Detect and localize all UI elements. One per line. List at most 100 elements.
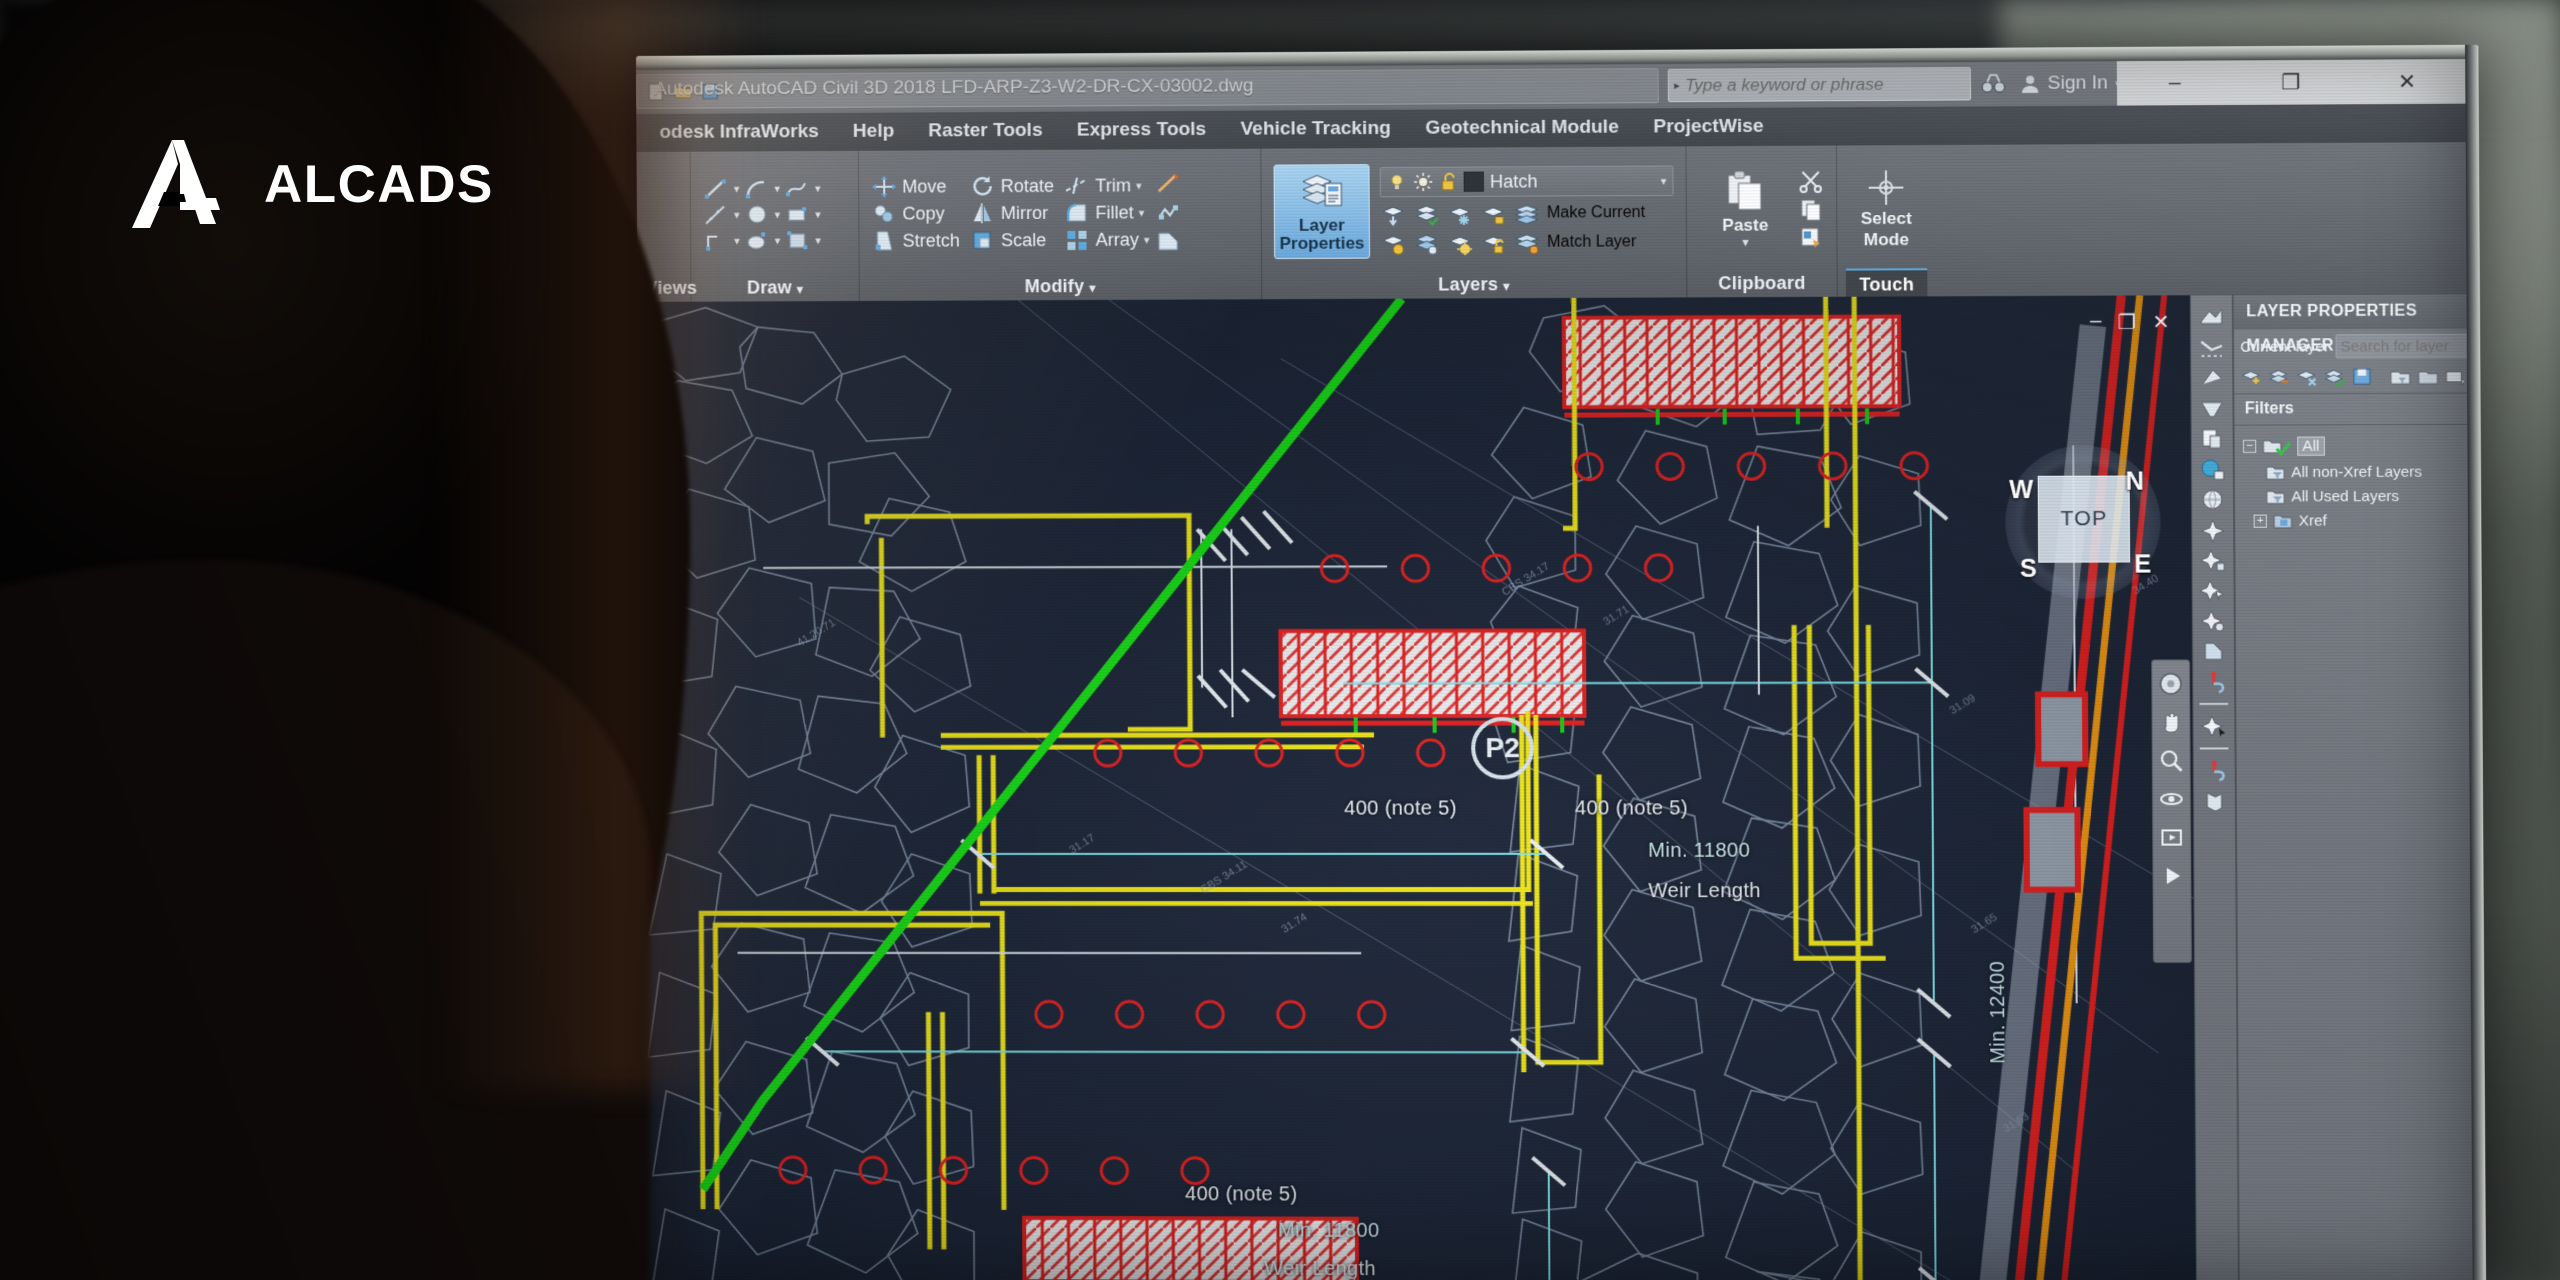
viewcube[interactable]: TOP N E S W [2004,445,2162,600]
draw-spline-button[interactable]: ▾ [784,176,821,200]
modify-array-button[interactable]: Array ▾ [1064,228,1150,252]
lpm-filter-tree[interactable]: − All All non-Xref Layers All Used Layer… [2235,425,2468,547]
layer-unisolate-icon[interactable] [1413,231,1439,255]
tree-label-all-used[interactable]: All Used Layers [2291,488,2399,506]
globe-icon[interactable] [2199,457,2226,481]
parcel-icon[interactable] [2200,639,2227,663]
search-box[interactable]: ▸ [1667,67,1972,103]
layer-freeze-icon[interactable] [1447,202,1473,226]
tree-label-all[interactable]: All [2297,436,2325,456]
binoculars-icon[interactable] [1981,73,2006,95]
tree-node-all-used[interactable]: All Used Layers [2266,488,2460,506]
lpm-search-input[interactable] [2335,333,2473,359]
modify-rotate-button[interactable]: Rotate [970,174,1055,199]
touch-panel-title[interactable]: Touch [1845,268,1928,297]
layer-properties-manager-panel[interactable]: LAYER PROPERTIES MANAGER Current layer S… [2232,294,2473,1280]
lpm-toolbar[interactable] [2234,360,2473,395]
tree-expander-expand[interactable]: + [2253,514,2267,528]
select-mode-button[interactable]: Select Mode [1849,162,1923,255]
layers-panel-title[interactable]: Layers ▾ [1270,269,1678,299]
pan-hand-icon[interactable] [2158,709,2185,735]
delete-layer-icon[interactable] [2296,367,2319,387]
alignment-icon[interactable] [2198,336,2225,360]
modify-copy-button[interactable]: Copy [871,201,960,225]
match-layer-label[interactable]: Match Layer [1547,233,1636,252]
draw-rectangle-button[interactable]: ▾ [784,202,821,226]
showmotion-icon[interactable] [2158,824,2185,850]
ribbon-tab-geotechnical-module[interactable]: Geotechnical Module [1408,108,1636,148]
point-settings-icon[interactable] [2200,609,2227,633]
orbit-icon[interactable] [2158,786,2185,812]
break-icon[interactable] [1155,171,1181,195]
minimize-button[interactable]: – [2139,61,2211,106]
paste-button[interactable]: Paste ▾ [1699,163,1792,256]
chevron-down-icon[interactable]: ▾ [775,208,781,221]
search-input[interactable] [1685,73,1971,96]
point-icon[interactable] [2199,518,2226,542]
zoom-icon[interactable] [2158,747,2185,773]
corridor-icon[interactable] [2199,396,2226,420]
sun-icon[interactable] [1413,172,1433,192]
tree-label-all-non-xref[interactable]: All non-Xref Layers [2291,464,2422,482]
layer-off-icon[interactable] [1380,202,1406,226]
drawing-minimize-button[interactable]: – [2090,310,2102,335]
modify-trim-button[interactable]: Trim ▾ [1064,173,1149,198]
lightbulb-icon[interactable] [1387,172,1407,192]
layer-on-icon[interactable] [1380,231,1406,255]
new-layer-vp-frozen-icon[interactable] [2268,367,2291,387]
catchment-icon[interactable] [2201,789,2228,813]
compass-north-label[interactable]: N [2125,467,2144,496]
chevron-down-icon[interactable]: ▾ [1661,174,1667,187]
chevron-right-icon[interactable]: ▸ [1669,79,1685,92]
tree-node-all[interactable]: − All [2242,435,2459,457]
chevron-down-icon[interactable]: ▾ [774,182,780,195]
layer-thaw-icon[interactable] [1447,231,1473,256]
drawing-canvas[interactable]: CBS 34.17 31.71 31.09 34.40 31.65 31.63 … [637,294,2473,1280]
modify-fillet-button[interactable]: Fillet ▾ [1064,200,1149,225]
sign-in-button[interactable]: Sign In ▾ [2020,72,2121,95]
layer-isolate-icon[interactable] [1413,202,1439,226]
make-current-icon[interactable] [1513,201,1539,225]
chevron-down-icon[interactable]: ▾ [1743,237,1749,250]
ribbon-tab-vehicle-tracking[interactable]: Vehicle Tracking [1223,110,1408,149]
new-group-filter-icon[interactable] [2389,366,2412,386]
ribbon-tab-projectwise[interactable]: ProjectWise [1636,107,1781,146]
layer-properties-button[interactable]: Layer Properties [1273,163,1371,260]
make-current-label[interactable]: Make Current [1547,204,1645,223]
compass-south-label[interactable]: S [2020,555,2037,584]
chevron-down-icon[interactable]: ▾ [1139,206,1145,219]
tree-label-xref[interactable]: Xref [2299,512,2327,529]
chamfer-icon[interactable] [1156,229,1182,253]
tree-expander-collapse[interactable]: − [2242,439,2257,453]
paste-special-icon[interactable] [1798,225,1825,249]
modify-scale-button[interactable]: Scale [970,228,1055,252]
layer-color-swatch[interactable] [1463,171,1484,192]
surface-icon[interactable] [2198,305,2225,329]
tree-node-all-non-xref[interactable]: All non-Xref Layers [2266,463,2460,481]
chevron-down-icon[interactable]: ▾ [1503,279,1509,293]
modify-stretch-button[interactable]: Stretch [871,228,960,252]
layer-lock-icon[interactable] [1480,202,1506,226]
clipboard-panel-title[interactable]: Clipboard [1695,269,1828,298]
point-group-icon[interactable] [2200,548,2227,572]
sheet-icon[interactable] [2199,427,2226,451]
save-state-icon[interactable] [2351,366,2374,386]
survey-point-icon[interactable] [2201,714,2228,738]
layer-states-icon[interactable] [2444,366,2467,386]
tree-node-xref[interactable]: + Xref [2253,512,2460,530]
modify-panel-title[interactable]: Modify ▾ [868,271,1253,301]
chevron-down-icon[interactable]: ▾ [815,234,821,247]
navigation-bar[interactable] [2151,659,2192,963]
drawing-close-button[interactable]: ✕ [2152,310,2169,335]
chevron-down-icon[interactable]: ▾ [797,282,803,296]
modify-move-button[interactable]: Move [871,174,960,199]
point-select-icon[interactable] [2200,578,2227,602]
chevron-down-icon[interactable]: ▾ [1144,233,1150,246]
modify-mirror-button[interactable]: Mirror [970,201,1055,225]
new-layer-icon[interactable] [2240,367,2263,387]
close-button[interactable]: ✕ [2371,59,2443,104]
profile-icon[interactable] [2198,366,2225,390]
ribbon-tab-help[interactable]: Help [836,112,912,150]
ribbon-tab-express-tools[interactable]: Express Tools [1060,111,1224,150]
new-property-filter-icon[interactable] [2417,366,2440,386]
